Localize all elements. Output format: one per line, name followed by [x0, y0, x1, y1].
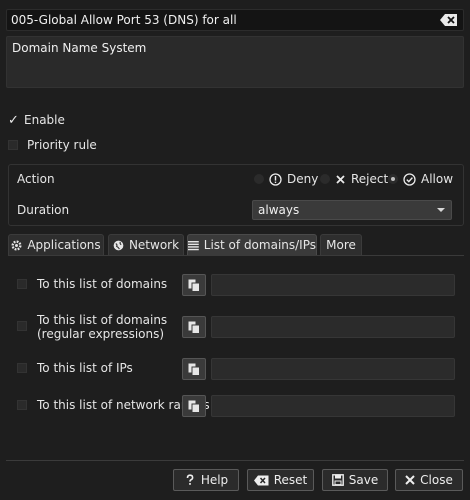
domains-list-label: To this list of domains: [37, 277, 168, 291]
deny-label: Deny: [287, 172, 319, 186]
file-upload-icon: [188, 279, 200, 292]
ips-list-input[interactable]: [211, 358, 455, 380]
reject-label: Reject: [351, 172, 389, 186]
question-icon: [186, 474, 194, 485]
file-upload-icon: [188, 400, 200, 413]
gear-icon: [11, 239, 22, 251]
priority-rule-checkbox[interactable]: Priority rule: [8, 136, 97, 154]
radio-button[interactable]: [254, 174, 264, 184]
chevron-down-icon: [437, 208, 445, 212]
tab-applications[interactable]: Applications: [8, 234, 104, 256]
enable-checkbox[interactable]: ✓ Enable: [8, 111, 65, 129]
action-reject-radio[interactable]: Reject: [320, 172, 388, 186]
domains-regex-list-input[interactable]: [211, 316, 455, 338]
tab-label: List of domains/IPs: [203, 238, 316, 252]
domains-regex-list-checkbox[interactable]: To this list of domains (regular express…: [17, 313, 167, 341]
checkmark-icon: ✓: [8, 112, 19, 128]
action-allow-radio[interactable]: Allow: [388, 172, 453, 186]
help-button[interactable]: Help: [173, 469, 239, 491]
save-label: Save: [348, 473, 379, 487]
reset-button[interactable]: Reset: [247, 469, 314, 491]
duration-label: Duration: [17, 203, 70, 217]
radio-button-selected[interactable]: [388, 174, 398, 184]
network-ranges-list-checkbox[interactable]: To this list of network ranges: [17, 398, 210, 412]
priority-rule-label: Priority rule: [27, 138, 97, 152]
checkbox-box[interactable]: [17, 363, 27, 373]
globe-icon: [113, 240, 124, 250]
save-button[interactable]: Save: [322, 469, 388, 491]
clear-input-icon[interactable]: [440, 13, 458, 27]
rule-description-textarea[interactable]: Domain Name System: [6, 36, 464, 88]
duration-select[interactable]: always: [252, 200, 452, 220]
action-deny-radio[interactable]: Deny: [254, 172, 318, 186]
ips-list-checkbox[interactable]: To this list of IPs: [17, 361, 133, 375]
tab-label: Network: [128, 238, 180, 252]
tab-label: More: [326, 238, 356, 252]
list-icon: [188, 240, 199, 250]
tab-network[interactable]: Network: [108, 234, 184, 256]
domains-upload-button[interactable]: [182, 274, 206, 296]
reset-label: Reset: [273, 473, 308, 487]
enable-label: Enable: [24, 113, 65, 127]
exclamation-circle-icon: [269, 172, 282, 186]
file-upload-icon: [188, 363, 200, 376]
network-ranges-upload-button[interactable]: [182, 395, 206, 417]
allow-label: Allow: [421, 172, 454, 186]
help-label: Help: [200, 473, 229, 487]
tab-more[interactable]: More: [320, 234, 362, 256]
checkbox-box[interactable]: [17, 279, 27, 289]
action-label: Action: [17, 172, 55, 186]
footer-divider: [6, 460, 464, 461]
duration-value: always: [258, 203, 300, 217]
x-icon: [336, 174, 345, 184]
network-ranges-list-input[interactable]: [211, 395, 455, 417]
ips-list-label: To this list of IPs: [37, 361, 133, 375]
file-upload-icon: [188, 321, 200, 334]
ips-upload-button[interactable]: [182, 358, 206, 380]
tab-divider: [8, 255, 464, 256]
checkbox-box[interactable]: [17, 321, 27, 331]
backspace-icon: [253, 475, 269, 485]
domains-regex-upload-button[interactable]: [182, 316, 206, 338]
close-button[interactable]: Close: [395, 469, 463, 491]
close-label: Close: [420, 473, 453, 487]
tab-list-of-domains-ips[interactable]: List of domains/IPs: [187, 234, 317, 256]
domains-list-input[interactable]: [211, 274, 455, 296]
rule-name-input[interactable]: 005-Global Allow Port 53 (DNS) for all: [6, 9, 464, 31]
tab-label: Applications: [27, 238, 101, 252]
checkbox-box[interactable]: [8, 140, 18, 150]
domains-regex-list-label: To this list of domains (regular express…: [37, 313, 168, 341]
check-circle-icon: [403, 172, 416, 186]
domains-list-checkbox[interactable]: To this list of domains: [17, 277, 167, 291]
radio-button[interactable]: [320, 174, 330, 184]
floppy-disk-icon: [331, 474, 344, 486]
close-icon: [405, 475, 415, 485]
checkbox-box[interactable]: [17, 400, 27, 410]
